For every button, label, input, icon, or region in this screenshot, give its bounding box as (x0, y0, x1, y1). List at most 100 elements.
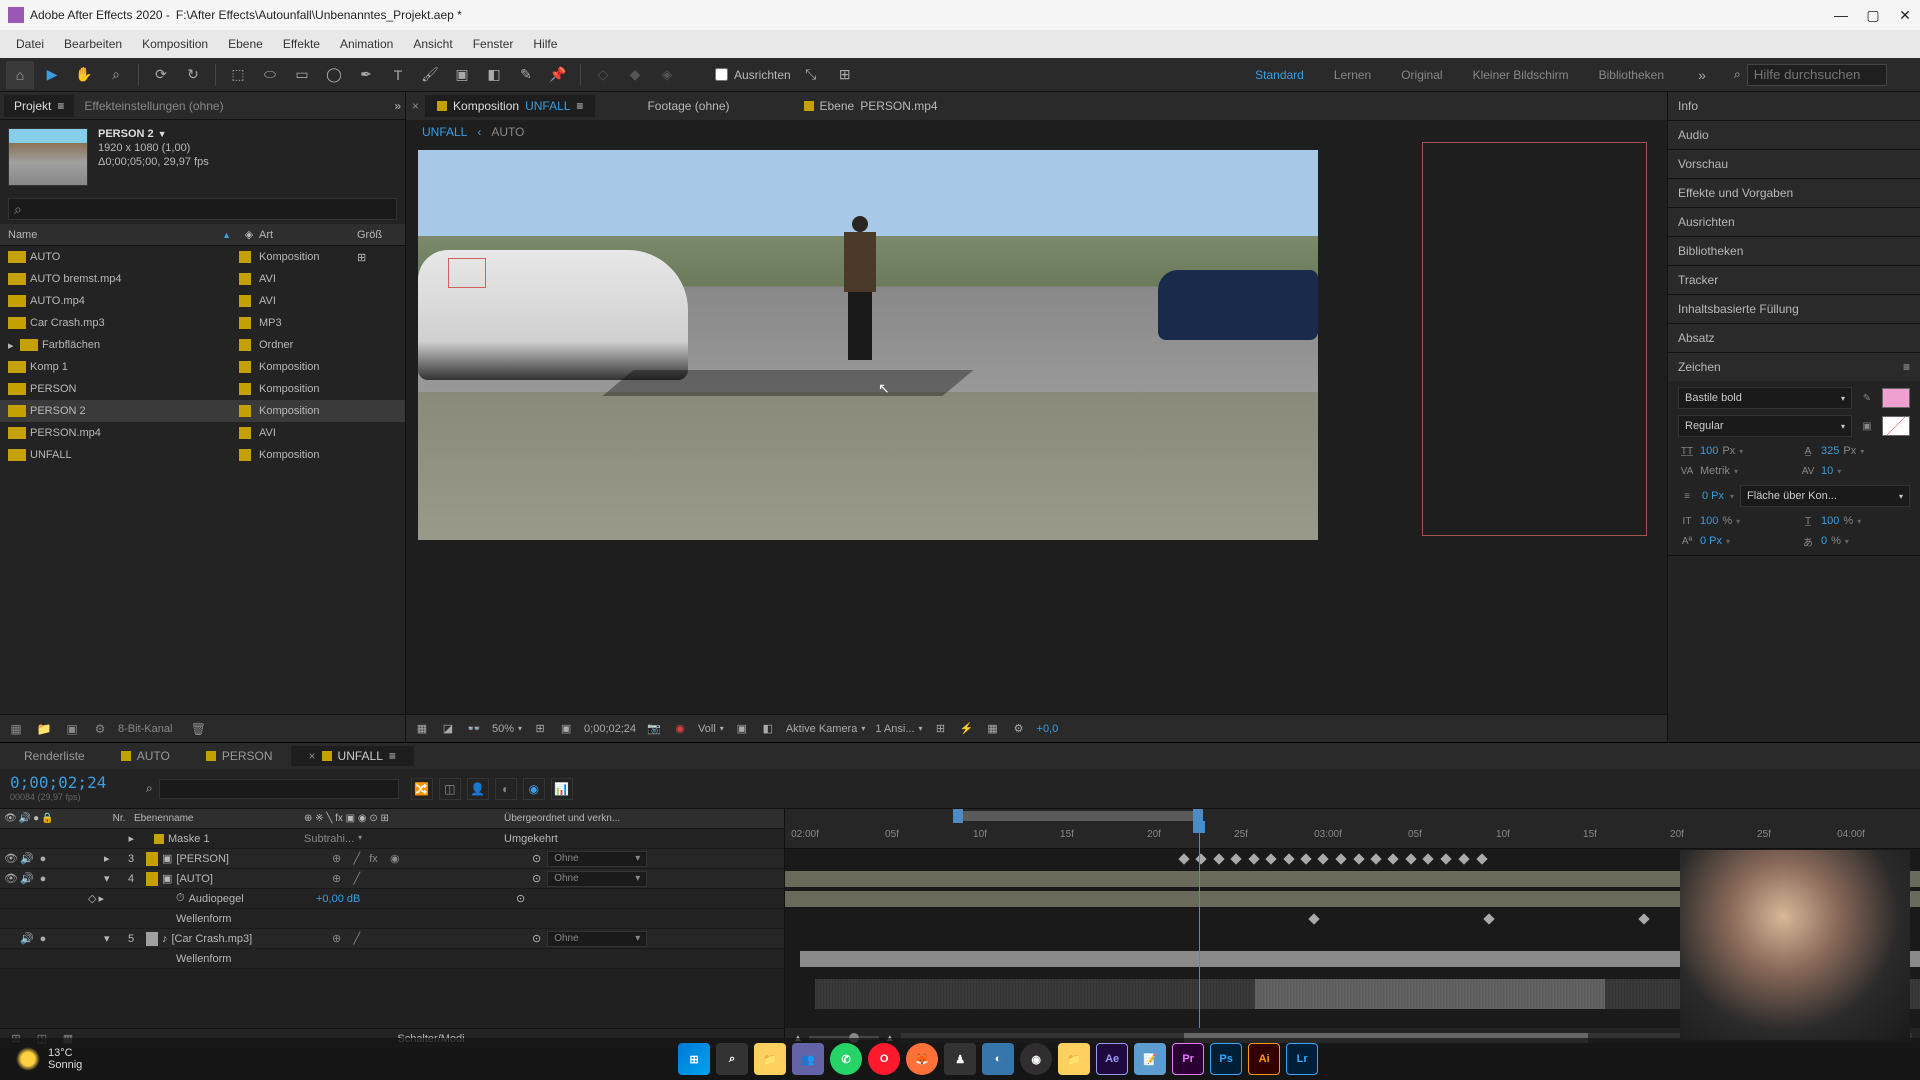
clone-tool[interactable]: ▣ (448, 61, 476, 89)
menu-hilfe[interactable]: Hilfe (523, 33, 567, 55)
parent-dropdown[interactable]: Ohne▾ (547, 931, 647, 947)
motion-blur-button[interactable]: ◉ (523, 778, 545, 800)
eraser-tool[interactable]: ◧ (480, 61, 508, 89)
project-item[interactable]: PERSON 2Komposition (0, 400, 405, 422)
timecode-display[interactable]: 0;00;02;24 (10, 773, 130, 792)
breadcrumb-unfall[interactable]: UNFALL (422, 125, 467, 139)
local-axis[interactable]: ◇ (589, 61, 617, 89)
new-folder-button[interactable]: 📁 (34, 719, 54, 739)
workspace-bibliotheken[interactable]: Bibliotheken (1593, 64, 1670, 86)
brush-tool[interactable]: 🖌 (416, 61, 444, 89)
keyframe-marker[interactable] (1440, 853, 1451, 864)
delete-button[interactable]: 🗑 (188, 719, 208, 739)
keyframe-marker[interactable] (1230, 853, 1241, 864)
layer-row-property[interactable]: ◇▸ ⏱Audiopegel +0,00 dB ⊙ (0, 889, 784, 909)
col-switches[interactable]: ⊕ ※ ╲ fx ▣ ◉ ⊙ ⊞ (304, 813, 504, 824)
taskbar-search-button[interactable]: ⌕ (716, 1043, 748, 1075)
work-area-start-handle[interactable] (953, 809, 963, 823)
eyedropper-icon[interactable]: ✎ (1858, 390, 1876, 406)
pen-tool[interactable]: ✒ (352, 61, 380, 89)
project-search-input[interactable] (8, 198, 397, 220)
taskbar-app2[interactable]: ◐ (982, 1043, 1014, 1075)
text-tool[interactable]: T (384, 61, 412, 89)
font-style-dropdown[interactable]: Regular▾ (1678, 415, 1852, 437)
keyframe-marker[interactable] (1387, 853, 1398, 864)
taskbar-start-button[interactable]: ⊞ (678, 1043, 710, 1075)
current-time-display[interactable]: 0;00;02;24 (584, 723, 636, 735)
pan-behind-tool[interactable]: ⬭ (256, 61, 284, 89)
col-lock-icon[interactable]: 🔒 (41, 813, 53, 824)
keyframe-marker[interactable] (1476, 853, 1487, 864)
menu-komposition[interactable]: Komposition (132, 33, 218, 55)
keyframe-marker[interactable] (1178, 853, 1189, 864)
ellipse-tool[interactable]: ◯ (320, 61, 348, 89)
work-area-bar[interactable] (953, 811, 1198, 821)
menu-animation[interactable]: Animation (330, 33, 403, 55)
timeline-search-input[interactable] (159, 779, 399, 799)
view-count-dropdown[interactable]: 1 Ansi... ▾ (875, 723, 922, 735)
mask-visibility-icon[interactable]: 👓 (466, 721, 482, 737)
unified-camera-tool[interactable]: ⬚ (224, 61, 252, 89)
world-axis[interactable]: ◆ (621, 61, 649, 89)
snapshot-icon[interactable]: 📷 (646, 721, 662, 737)
taskbar-after-effects[interactable]: Ae (1096, 1043, 1128, 1075)
taskbar-premiere[interactable]: Pr (1172, 1043, 1204, 1075)
maximize-button[interactable]: ▢ (1866, 8, 1880, 22)
snap-checkbox[interactable] (715, 68, 728, 81)
panel-audio[interactable]: Audio (1668, 121, 1920, 149)
timeline-tab-renderliste[interactable]: Renderliste (6, 746, 103, 766)
font-size-value[interactable]: 100 (1700, 445, 1718, 457)
tracking-value[interactable]: 10 (1821, 465, 1833, 477)
taskbar-app3[interactable]: 📝 (1134, 1043, 1166, 1075)
close-button[interactable]: ✕ (1898, 8, 1912, 22)
taskbar-explorer[interactable]: 📁 (754, 1043, 786, 1075)
layer-row[interactable]: 👁🔊● ▸ 3 ▣[PERSON] ⊕ ╱ fx ◉ ⊙Ohne▾ (0, 849, 784, 869)
color-depth-label[interactable]: 8-Bit-Kanal (118, 723, 172, 735)
orbit-tool[interactable]: ⟳ (147, 61, 175, 89)
fast-previews-icon[interactable]: ⚡ (959, 721, 975, 737)
taskbar-obs[interactable]: ◉ (1020, 1043, 1052, 1075)
rect-tool[interactable]: ▭ (288, 61, 316, 89)
col-solo-icon[interactable]: ● (33, 813, 39, 824)
project-item[interactable]: UNFALLKomposition (0, 444, 405, 466)
panel-zeichen[interactable]: Zeichen≡ (1668, 353, 1920, 381)
panel-bibliotheken[interactable]: Bibliotheken (1668, 237, 1920, 265)
stroke-mode-dropdown[interactable]: Fläche über Kon...▾ (1740, 485, 1910, 507)
weather-widget[interactable]: 13°C Sonnig (16, 1047, 82, 1071)
composition-canvas[interactable]: ↖ (406, 144, 1667, 714)
col-num[interactable]: Nr. (104, 813, 134, 824)
keyframe-marker[interactable] (1335, 853, 1346, 864)
zoom-tool[interactable]: ⌕ (102, 61, 130, 89)
project-item[interactable]: Car Crash.mp3MP3 (0, 312, 405, 334)
keyframe-marker[interactable] (1195, 853, 1206, 864)
taskbar-folder[interactable]: 📁 (1058, 1043, 1090, 1075)
panel-effekte-vorgaben[interactable]: Effekte und Vorgaben (1668, 179, 1920, 207)
viewer-tab-layer[interactable]: Ebene PERSON.mp4 (792, 95, 950, 117)
timeline-tab-unfall[interactable]: ×UNFALL≡ (291, 746, 414, 766)
keyframe-marker[interactable] (1308, 913, 1319, 924)
parent-dropdown[interactable]: Ohne▾ (547, 871, 647, 887)
tab-projekt[interactable]: Projekt ≡ (4, 95, 74, 117)
panel-overflow[interactable]: » (394, 99, 401, 113)
3d-view-icon[interactable]: ◧ (760, 721, 776, 737)
timeline-tab-auto[interactable]: AUTO (103, 746, 188, 766)
stroke-color-swatch[interactable] (1882, 416, 1910, 436)
layer-row[interactable]: ▸ Maske 1 Subtrahi... ▾ Umgekehrt (0, 829, 784, 849)
taskbar-teams[interactable]: 👥 (792, 1043, 824, 1075)
taskbar-firefox[interactable]: 🦊 (906, 1043, 938, 1075)
layer-row-property[interactable]: Wellenform (0, 949, 784, 969)
panel-absatz[interactable]: Absatz (1668, 324, 1920, 352)
panel-info[interactable]: Info (1668, 92, 1920, 120)
playhead-handle[interactable] (1193, 821, 1205, 833)
col-name[interactable]: Ebenenname (134, 813, 304, 824)
keyframe-marker[interactable] (1300, 853, 1311, 864)
keyframe-marker[interactable] (1483, 913, 1494, 924)
menu-datei[interactable]: Datei (6, 33, 54, 55)
roi-icon[interactable]: ▣ (558, 721, 574, 737)
col-size[interactable]: Größ (357, 229, 397, 241)
keyframe-marker[interactable] (1265, 853, 1276, 864)
project-item[interactable]: Komp 1Komposition (0, 356, 405, 378)
graph-editor-button[interactable]: 📊 (551, 778, 573, 800)
menu-ebene[interactable]: Ebene (218, 33, 273, 55)
tsume-value[interactable]: 0 (1821, 535, 1827, 547)
